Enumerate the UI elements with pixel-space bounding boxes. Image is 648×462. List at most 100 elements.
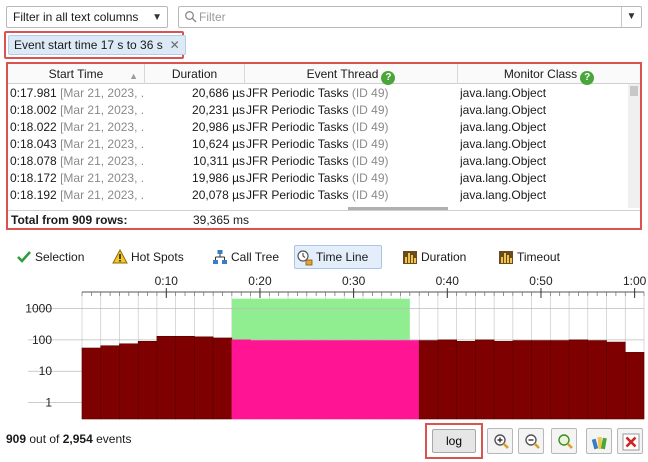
x-tick-label: 0:50 xyxy=(529,274,553,288)
bar[interactable] xyxy=(175,335,195,420)
search-input[interactable] xyxy=(199,9,599,25)
bar[interactable] xyxy=(624,352,645,420)
selected-bar[interactable] xyxy=(269,340,289,420)
column-filter-select[interactable]: Filter in all text columns ▼ xyxy=(6,6,168,28)
bar[interactable] xyxy=(212,337,233,420)
warning-icon xyxy=(112,249,128,264)
remove-filter-button[interactable] xyxy=(617,428,643,454)
y-tick-label: 100 xyxy=(32,333,52,347)
cell-duration: 20,078 µs xyxy=(192,188,245,202)
cell-event-thread: JFR Periodic Tasks (ID 49) xyxy=(246,103,389,117)
close-icon[interactable]: ✕ xyxy=(170,36,180,54)
bar[interactable] xyxy=(531,340,551,420)
timeline-chart[interactable]: 0:10 0:20 0:30 0:40 0:50 1:00 1000 100 10 1 xyxy=(0,274,648,424)
table-row[interactable]: 0:18.078 [Mar 21, 2023, ... 10,311 µs JFR … xyxy=(8,153,630,170)
bar[interactable] xyxy=(475,339,495,420)
table-row[interactable]: 0:18.002 [Mar 21, 2023, ... 20,231 µs JFR … xyxy=(8,102,630,119)
bar[interactable] xyxy=(194,336,214,420)
tab-time-line[interactable]: Time Line xyxy=(294,245,382,269)
search-box[interactable]: ▼ xyxy=(178,6,642,28)
cell-event-thread: JFR Periodic Tasks (ID 49) xyxy=(246,154,389,168)
tab-selection[interactable]: Selection xyxy=(14,245,84,269)
zoom-out-button[interactable] xyxy=(518,428,544,454)
column-header-monitor-class[interactable]: Monitor Class? xyxy=(458,64,640,85)
cell-monitor-class: java.lang.Object xyxy=(460,154,547,168)
timeline-icon xyxy=(297,250,313,266)
selection-band[interactable] xyxy=(231,298,410,341)
help-icon[interactable]: ? xyxy=(381,71,396,85)
x-tick-label: 0:30 xyxy=(342,274,366,288)
selected-bar[interactable] xyxy=(343,340,364,420)
events-selected-count: 909 xyxy=(6,432,27,446)
log-scale-toggle-button[interactable]: log xyxy=(432,429,476,453)
color-filter-icon xyxy=(591,436,607,450)
tab-timeout[interactable]: Timeout xyxy=(496,245,560,269)
bar[interactable] xyxy=(493,340,514,420)
bar[interactable] xyxy=(606,341,626,420)
selected-bar[interactable] xyxy=(287,340,308,420)
cell-monitor-class: java.lang.Object xyxy=(460,86,547,100)
zoom-in-button[interactable] xyxy=(487,428,513,454)
total-value: 39,365 ms xyxy=(193,213,250,227)
table-header: Start Time ▲ Duration Event Thread? Moni… xyxy=(8,64,640,85)
selected-bar[interactable] xyxy=(362,340,383,420)
cell-event-thread: JFR Periodic Tasks (ID 49) xyxy=(246,188,389,202)
bar[interactable] xyxy=(550,340,570,420)
tab-duration[interactable]: Duration xyxy=(400,245,466,269)
bar[interactable] xyxy=(418,340,439,420)
bar[interactable] xyxy=(587,340,607,420)
bar[interactable] xyxy=(119,343,139,420)
cell-start-time: 0:18.192 [Mar 21, 2023, ... xyxy=(10,188,143,202)
vertical-scrollbar[interactable] xyxy=(628,84,640,208)
analysis-tabs: Selection Hot Spots Call Tree Time Line … xyxy=(6,245,646,269)
bar[interactable] xyxy=(137,340,158,420)
zoom-out-icon xyxy=(525,434,540,449)
help-icon[interactable]: ? xyxy=(580,71,595,85)
table-row[interactable]: 0:17.981 [Mar 21, 2023, ... 20,686 µs JFR … xyxy=(8,85,630,102)
x-tick-label: 0:10 xyxy=(155,274,179,288)
selected-bar[interactable] xyxy=(381,340,401,420)
table-row[interactable]: 0:18.172 [Mar 21, 2023, ... 19,986 µs JFR … xyxy=(8,170,630,187)
column-header-duration[interactable]: Duration xyxy=(145,64,245,84)
bar[interactable] xyxy=(456,340,476,420)
cell-monitor-class: java.lang.Object xyxy=(460,188,547,202)
time-filter-chip[interactable]: Event start time 17 s to 36 s ✕ xyxy=(8,35,186,55)
selected-bar[interactable] xyxy=(306,340,326,420)
table-row[interactable]: 0:18.192 [Mar 21, 2023, ... 20,078 µs JFR … xyxy=(8,187,630,204)
cell-duration: 10,624 µs xyxy=(192,137,245,151)
selected-bar[interactable] xyxy=(231,339,251,420)
tab-call-tree[interactable]: Call Tree xyxy=(210,245,279,269)
chevron-down-icon: ▼ xyxy=(152,12,162,23)
cell-start-time: 0:18.022 [Mar 21, 2023, ... xyxy=(10,120,143,134)
cell-start-time: 0:18.172 [Mar 21, 2023, ... xyxy=(10,171,143,185)
selected-bar[interactable] xyxy=(250,340,270,420)
bar[interactable] xyxy=(81,347,102,420)
total-label: Total from 909 rows: xyxy=(11,213,128,227)
filter-by-selection-button[interactable] xyxy=(586,428,612,454)
selected-bar[interactable] xyxy=(400,340,420,420)
tab-hot-spots[interactable]: Hot Spots xyxy=(110,245,184,269)
bar[interactable] xyxy=(100,345,120,420)
cell-duration: 20,231 µs xyxy=(192,103,245,117)
table-row[interactable]: 0:18.022 [Mar 21, 2023, ... 20,986 µs JFR … xyxy=(8,119,630,136)
column-header-start-time[interactable]: Start Time ▲ xyxy=(8,64,145,84)
bar[interactable] xyxy=(156,335,176,420)
scrollbar-thumb[interactable] xyxy=(630,86,638,96)
cell-monitor-class: java.lang.Object xyxy=(460,171,547,185)
events-table: Start Time ▲ Duration Event Thread? Moni… xyxy=(6,62,642,230)
table-row[interactable]: 0:18.043 [Mar 21, 2023, ... 10,624 µs JFR … xyxy=(8,136,630,153)
search-history-dropdown[interactable]: ▼ xyxy=(621,7,641,27)
cell-duration: 10,311 µs xyxy=(192,154,245,168)
x-tick-label: 0:20 xyxy=(248,274,272,288)
zoom-in-icon xyxy=(494,434,509,449)
cell-monitor-class: java.lang.Object xyxy=(460,120,547,134)
x-tick-label: 0:40 xyxy=(436,274,460,288)
zoom-to-fit-button[interactable] xyxy=(551,428,577,454)
cell-start-time: 0:18.002 [Mar 21, 2023, ... xyxy=(10,103,143,117)
time-filter-chip-label: Event start time 17 s to 36 s xyxy=(14,38,163,52)
column-header-event-thread[interactable]: Event Thread? xyxy=(245,64,458,85)
bar[interactable] xyxy=(512,340,532,420)
bar[interactable] xyxy=(568,339,589,420)
selected-bar[interactable] xyxy=(325,340,345,420)
bar[interactable] xyxy=(437,339,457,420)
